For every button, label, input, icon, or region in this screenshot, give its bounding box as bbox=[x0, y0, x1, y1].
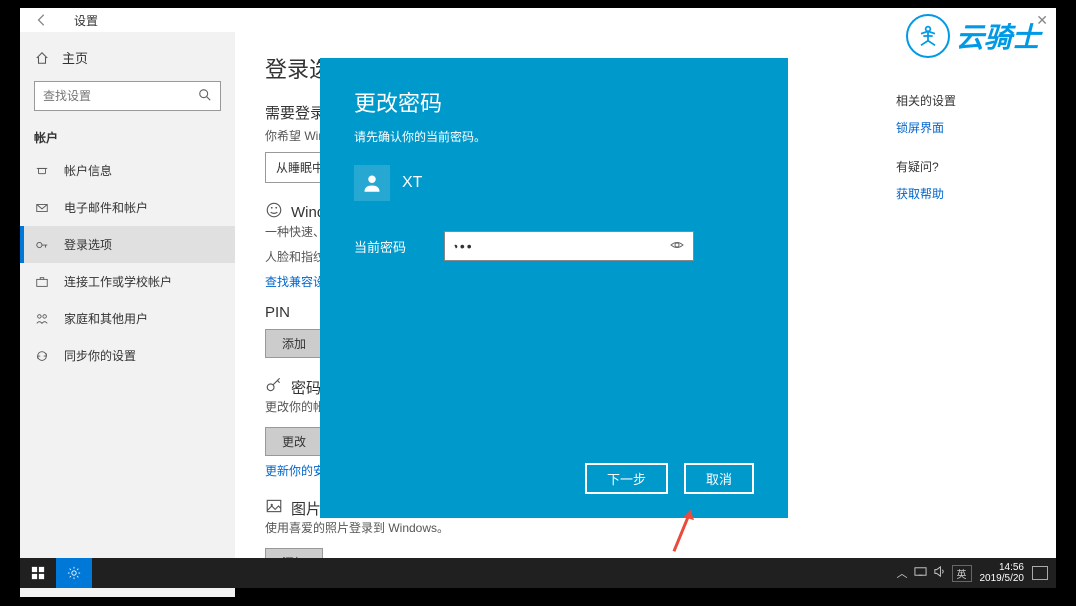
nav-item-label: 同步你的设置 bbox=[64, 347, 136, 364]
nav-item-account-info[interactable]: 帐户信息 bbox=[20, 152, 235, 189]
titlebar: 设置 ✕ bbox=[20, 8, 1056, 32]
taskbar-time: 14:56 bbox=[980, 562, 1025, 573]
arrow-left-icon bbox=[35, 13, 49, 27]
nav-section-label: 帐户 bbox=[20, 119, 235, 152]
smile-icon bbox=[265, 201, 283, 223]
ime-indicator[interactable]: 英 bbox=[952, 565, 972, 582]
password-change-button[interactable]: 更改 bbox=[265, 427, 323, 456]
network-icon[interactable] bbox=[914, 565, 927, 581]
nav-item-label: 连接工作或学校帐户 bbox=[64, 273, 172, 290]
key-icon bbox=[265, 376, 283, 398]
search-icon bbox=[198, 88, 212, 105]
cursor-icon bbox=[448, 236, 460, 255]
nav-item-label: 帐户信息 bbox=[64, 162, 112, 179]
related-settings-heading: 相关的设置 bbox=[896, 92, 1036, 109]
pin-add-button[interactable]: 添加 bbox=[265, 329, 323, 358]
search-settings-box[interactable] bbox=[34, 81, 221, 111]
nav-item-work-school[interactable]: 连接工作或学校帐户 bbox=[20, 263, 235, 300]
modal-button-row: 下一步 取消 bbox=[585, 463, 754, 494]
current-password-label: 当前密码 bbox=[354, 237, 424, 256]
help-heading: 有疑问? bbox=[896, 158, 1036, 175]
volume-icon[interactable] bbox=[933, 565, 946, 581]
next-button[interactable]: 下一步 bbox=[585, 463, 668, 494]
taskbar: ︿ 英 14:56 2019/5/20 bbox=[20, 558, 1056, 588]
gear-icon bbox=[67, 566, 81, 580]
nav-item-family[interactable]: 家庭和其他用户 bbox=[20, 300, 235, 337]
system-tray[interactable]: ︿ 英 bbox=[897, 565, 972, 582]
modal-title: 更改密码 bbox=[354, 86, 754, 118]
nav-home-label: 主页 bbox=[62, 48, 88, 67]
search-settings-input[interactable] bbox=[43, 89, 198, 103]
user-icon bbox=[34, 163, 50, 179]
user-avatar-icon bbox=[362, 173, 382, 193]
nav-item-label: 家庭和其他用户 bbox=[64, 310, 148, 327]
family-icon bbox=[34, 311, 50, 327]
sync-icon bbox=[34, 348, 50, 364]
nav-item-email[interactable]: 电子邮件和帐户 bbox=[20, 189, 235, 226]
start-button[interactable] bbox=[20, 558, 56, 588]
key-icon bbox=[34, 237, 50, 253]
lock-screen-link[interactable]: 锁屏界面 bbox=[896, 119, 1036, 136]
reveal-password-icon[interactable] bbox=[669, 237, 685, 256]
nav-item-label: 登录选项 bbox=[64, 236, 112, 253]
home-icon bbox=[34, 50, 50, 66]
taskbar-date: 2019/5/20 bbox=[980, 573, 1025, 584]
nav-item-signin-options[interactable]: 登录选项 bbox=[20, 226, 235, 263]
windows-icon bbox=[31, 566, 45, 580]
picture-icon bbox=[265, 497, 283, 519]
current-password-row: 当前密码 bbox=[354, 231, 754, 261]
current-password-input-wrap[interactable] bbox=[444, 231, 694, 261]
tray-overflow-icon[interactable]: ︿ bbox=[897, 565, 908, 581]
taskbar-settings-button[interactable] bbox=[56, 558, 92, 588]
password-heading-text: 密码 bbox=[291, 377, 321, 398]
avatar bbox=[354, 165, 390, 201]
close-button[interactable]: ✕ bbox=[1036, 12, 1048, 29]
mail-icon bbox=[34, 200, 50, 216]
briefcase-icon bbox=[34, 274, 50, 290]
nav-home[interactable]: 主页 bbox=[20, 42, 235, 73]
action-center-icon[interactable] bbox=[1032, 566, 1048, 580]
nav-item-label: 电子邮件和帐户 bbox=[64, 199, 148, 216]
taskbar-clock[interactable]: 14:56 2019/5/20 bbox=[980, 562, 1025, 584]
back-button[interactable] bbox=[30, 8, 54, 32]
left-navigation: 主页 帐户 帐户信息 电子邮件和帐户 登录选项 bbox=[20, 32, 235, 597]
right-side-panel: 相关的设置 锁屏界面 有疑问? 获取帮助 bbox=[876, 32, 1056, 597]
window-title: 设置 bbox=[74, 12, 98, 29]
current-password-input[interactable] bbox=[453, 238, 669, 254]
change-password-modal: 更改密码 请先确认你的当前密码。 XT 当前密码 下一步 取消 bbox=[320, 58, 788, 518]
nav-item-sync[interactable]: 同步你的设置 bbox=[20, 337, 235, 374]
modal-username: XT bbox=[402, 174, 422, 192]
modal-subtitle: 请先确认你的当前密码。 bbox=[354, 128, 754, 145]
modal-user-row: XT bbox=[354, 165, 754, 201]
get-help-link[interactable]: 获取帮助 bbox=[896, 185, 1036, 202]
cancel-button[interactable]: 取消 bbox=[684, 463, 754, 494]
picture-desc: 使用喜爱的照片登录到 Windows。 bbox=[265, 519, 846, 536]
